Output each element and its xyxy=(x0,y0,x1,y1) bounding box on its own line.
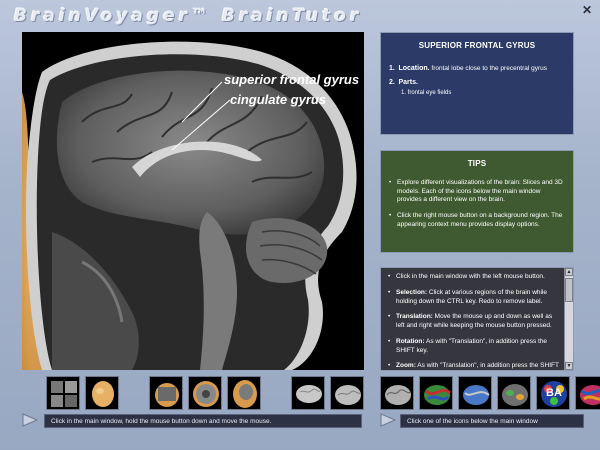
help-item-key: Translation: xyxy=(396,313,433,321)
help-item: Click in the main window with the left m… xyxy=(388,273,559,282)
info-panel: SUPERIOR FRONTAL GYRUS 1. Location. fron… xyxy=(380,32,574,135)
brain-flat-icon[interactable] xyxy=(458,376,492,410)
status-bar-right: Click one of the icons below the main wi… xyxy=(400,414,584,428)
info-item-text: frontal lobe close to the precentral gyr… xyxy=(431,64,548,72)
app-window: BrainVoyager™ BrainTutor ✕ superior fron… xyxy=(0,0,600,450)
thumb-spacer xyxy=(124,376,144,410)
brain-color-icon[interactable] xyxy=(419,376,453,410)
help-scrollbar[interactable]: ▲ ▼ xyxy=(564,268,573,370)
head-section-icon[interactable] xyxy=(227,376,261,410)
help-item-key: Selection: xyxy=(396,288,428,296)
brain-gray-icon[interactable] xyxy=(291,376,325,410)
brodmann-area-icon[interactable]: BA xyxy=(536,376,570,410)
tips-panel: TIPS Explore different visualizations of… xyxy=(380,150,574,253)
info-item-key: Location. xyxy=(398,64,430,72)
info-panel-title: SUPERIOR FRONTAL GYRUS xyxy=(418,41,536,50)
tip-item: Explore different visualizations of the … xyxy=(389,179,565,205)
scroll-up-icon[interactable]: ▲ xyxy=(565,268,573,276)
brain-inflated-icon[interactable] xyxy=(497,376,531,410)
label-cingulate-gyrus: cingulate gyrus xyxy=(230,92,327,107)
help-panel: Click in the main window with the left m… xyxy=(380,267,574,371)
info-item-parts: 2. Parts. 1. frontal eye fields xyxy=(389,78,573,98)
help-item-selection: Selection: Click at various regions of t… xyxy=(388,289,559,307)
scroll-thumb[interactable] xyxy=(565,278,573,302)
tip-item: Click the right mouse button on a backgr… xyxy=(389,212,565,230)
status-bar-left: Click in the main window, hold the mouse… xyxy=(44,414,362,428)
brodmann-label: BA xyxy=(546,387,562,399)
tips-panel-title: TIPS xyxy=(467,159,487,168)
head-3d-icon[interactable] xyxy=(85,376,119,410)
view-thumbnails-right: BA xyxy=(380,376,600,410)
brain-map-icon[interactable] xyxy=(575,376,600,410)
help-item-key: Zoom: xyxy=(396,362,416,370)
help-item-rotation: Rotation: As with "Translation", in addi… xyxy=(388,338,559,356)
info-item-number: 2. xyxy=(389,78,395,86)
info-item-key: Parts. xyxy=(398,78,418,86)
info-item-location: 1. Location. frontal lobe close to the p… xyxy=(389,64,573,74)
tips-list: Explore different visualizations of the … xyxy=(389,179,565,230)
app-title: BrainVoyager™ BrainTutor xyxy=(14,6,363,26)
info-sub-item: 1. frontal eye fields xyxy=(401,90,452,97)
brain-gray-side-icon[interactable] xyxy=(330,376,364,410)
info-list: 1. Location. frontal lobe close to the p… xyxy=(389,64,573,98)
mri-slices-icon[interactable] xyxy=(46,376,80,410)
main-brain-viewport[interactable]: superior frontal gyrus cingulate gyrus xyxy=(22,32,364,370)
thumb-spacer xyxy=(266,376,286,410)
close-button[interactable]: ✕ xyxy=(580,3,594,17)
help-list: Click in the main window with the left m… xyxy=(388,273,559,370)
label-superior-frontal-gyrus: superior frontal gyrus xyxy=(224,72,360,87)
brain-slice-icon[interactable] xyxy=(188,376,222,410)
help-item-zoom: Zoom: As with "Translation", in addition… xyxy=(388,362,559,370)
play-arrow-right-icon[interactable] xyxy=(380,413,397,427)
play-arrow-left-icon[interactable] xyxy=(22,413,39,427)
head-cut-icon[interactable] xyxy=(149,376,183,410)
help-item-text: As with "Translation", in addition press… xyxy=(417,362,559,370)
help-item-text: Click in the main window with the left m… xyxy=(396,273,545,280)
scroll-down-icon[interactable]: ▼ xyxy=(565,362,573,370)
help-item-key: Rotation: xyxy=(396,337,425,345)
view-thumbnails-left xyxy=(46,376,364,410)
brain-surface-icon[interactable] xyxy=(380,376,414,410)
help-item-translation: Translation: Move the mouse up and down … xyxy=(388,313,559,331)
info-item-number: 1. xyxy=(389,64,395,72)
